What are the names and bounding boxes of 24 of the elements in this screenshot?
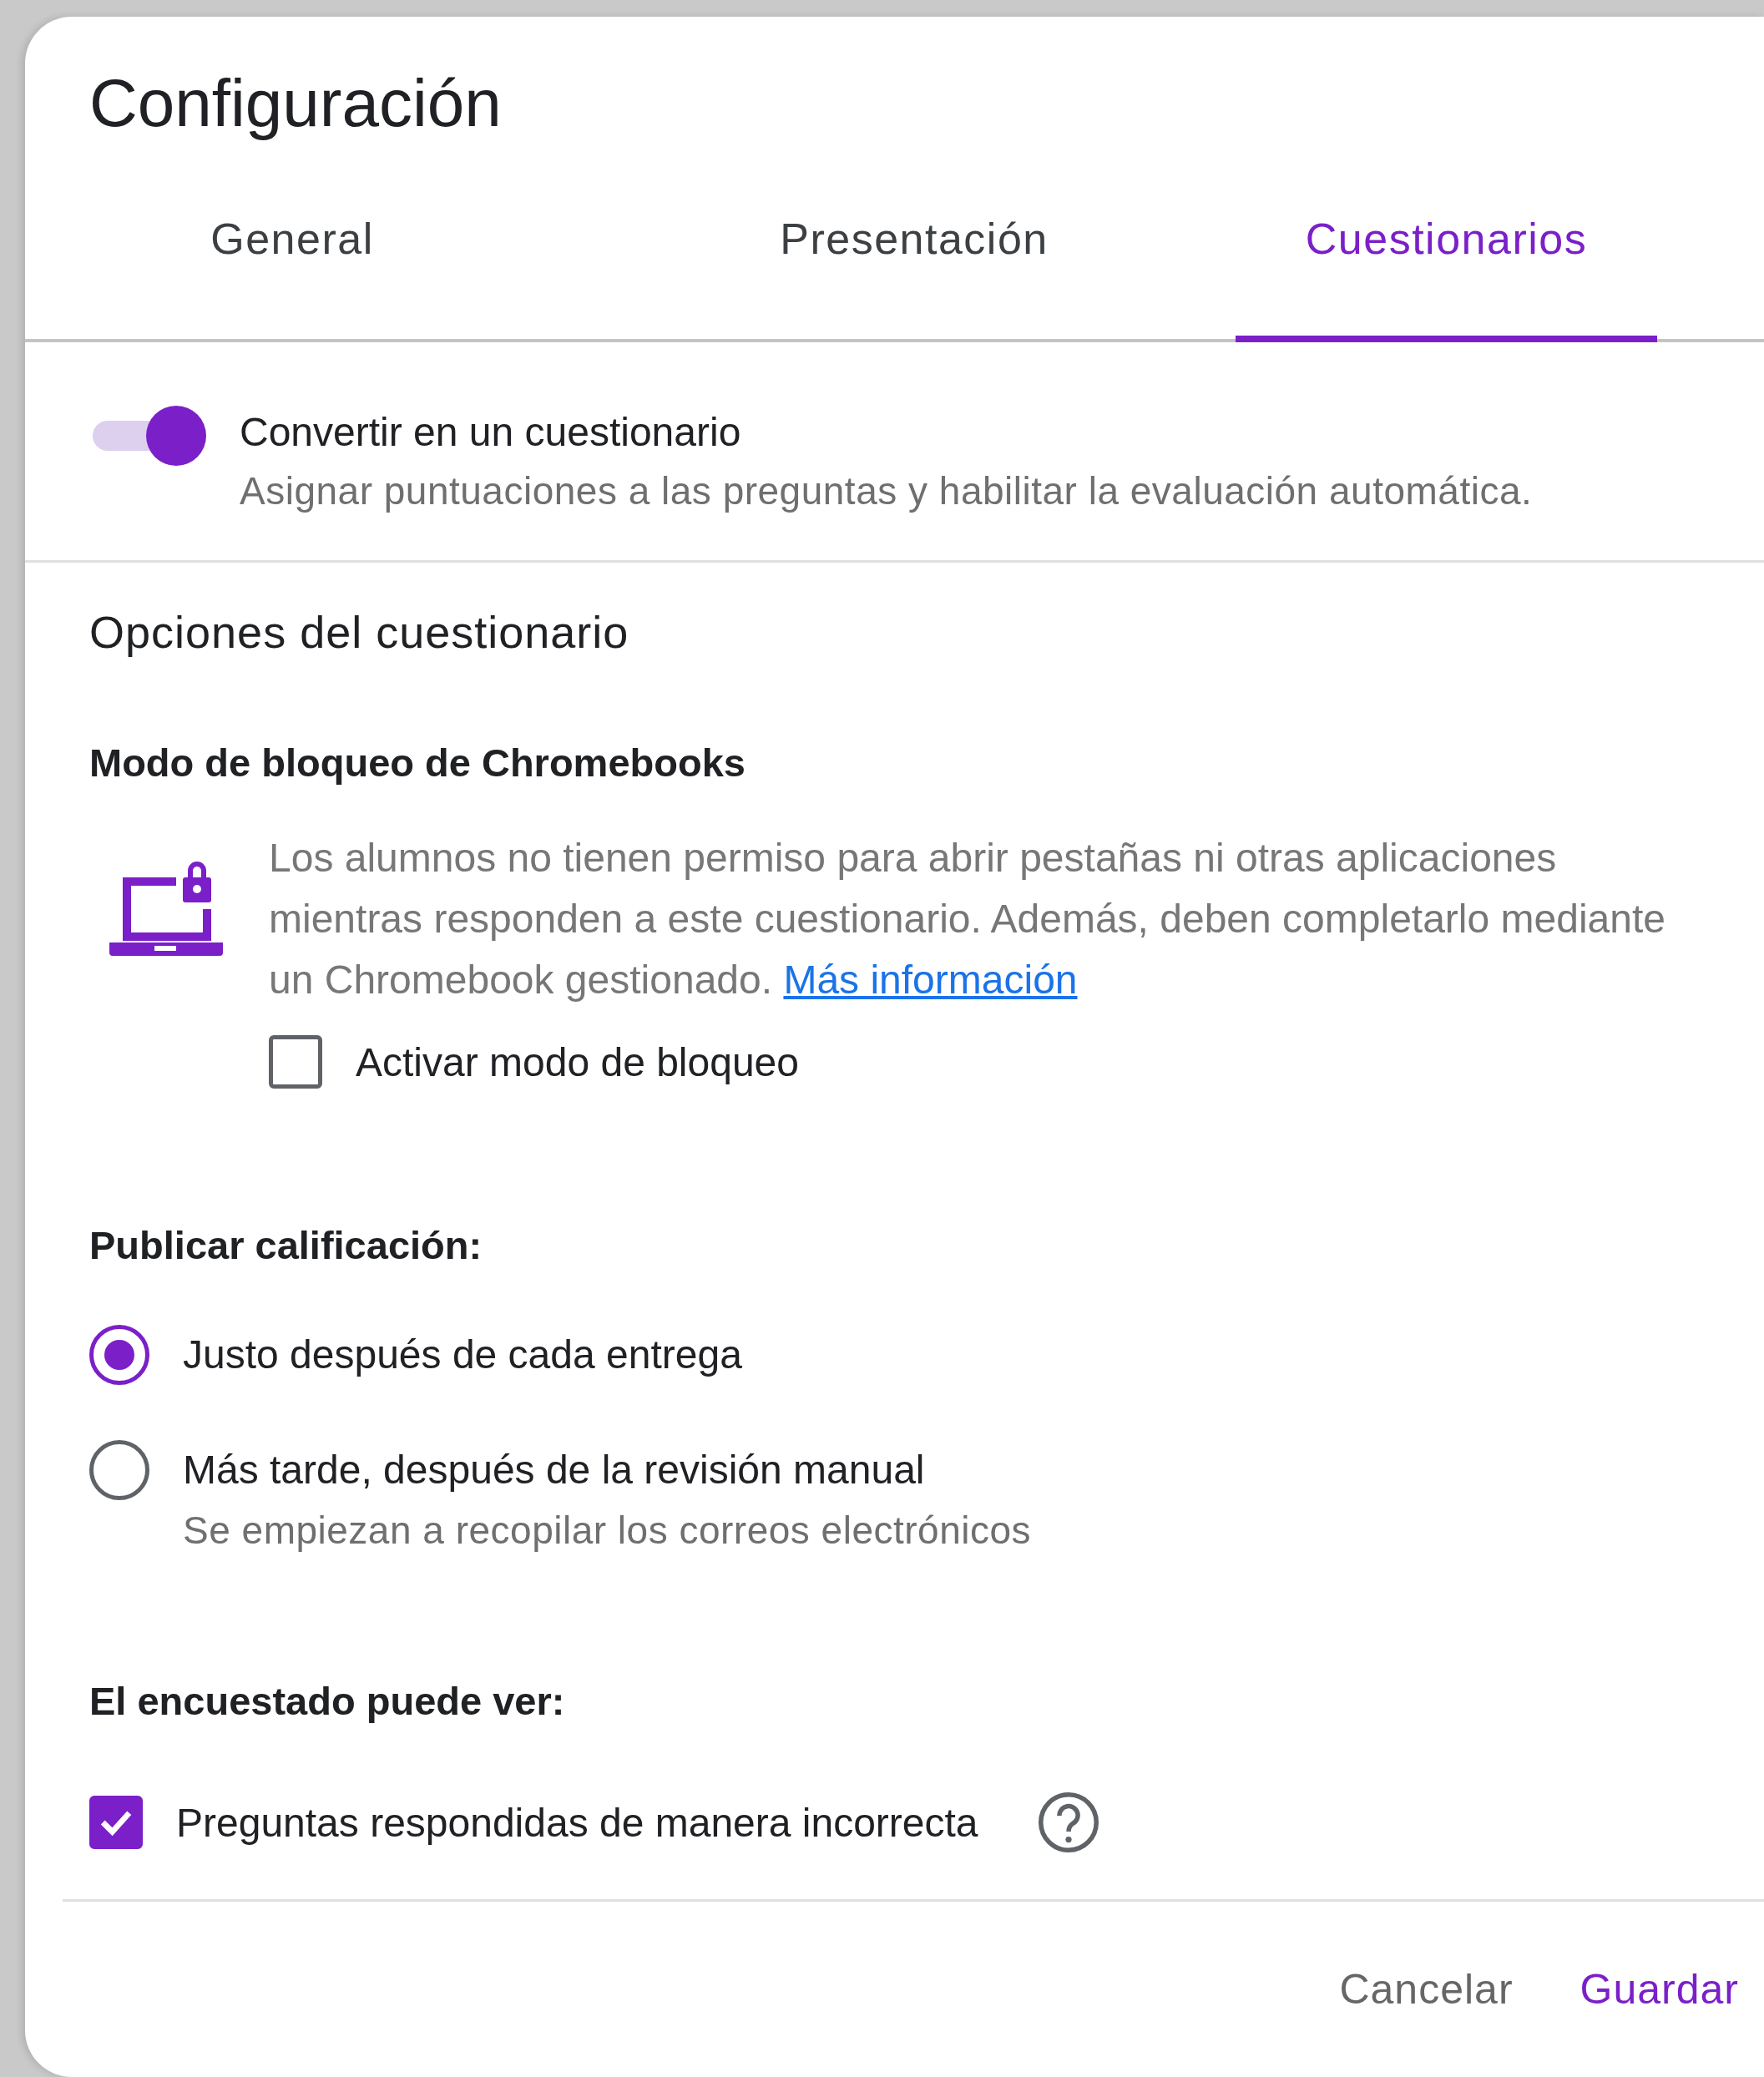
radio-sublabel: Se empiezan a recopilar los correos electrónicos xyxy=(183,1508,1032,1553)
learn-more-link[interactable]: Más información xyxy=(783,958,1078,1002)
section-heading: Publicar calificación: xyxy=(89,1222,483,1268)
help-icon[interactable] xyxy=(1036,1791,1100,1854)
switch-description: Asignar puntuaciones a las preguntas y habilitar la evaluación automática. xyxy=(240,468,1533,513)
checkbox[interactable] xyxy=(89,1796,143,1849)
section-heading: Modo de bloqueo de Chromebooks xyxy=(89,740,746,786)
radio-button[interactable] xyxy=(89,1440,149,1500)
tab[interactable]: Cuestionarios xyxy=(1236,142,1657,342)
radio-label: Justo después de cada entrega xyxy=(183,1332,742,1377)
section-title: Opciones del cuestionario xyxy=(89,606,630,658)
dialog-title: Configuración xyxy=(88,65,503,142)
cancel-button[interactable]: Cancelar xyxy=(1322,1953,1530,2025)
tab[interactable]: Presentación xyxy=(593,142,1236,342)
tab[interactable]: General xyxy=(25,142,593,342)
checkbox-label: Activar modo de bloqueo xyxy=(356,1038,799,1085)
checkbox[interactable] xyxy=(269,1035,322,1089)
section-heading: El encuestado puede ver: xyxy=(89,1678,566,1724)
checkbox-label: Preguntas respondidas de manera incorrecta xyxy=(176,1799,978,1846)
radio-button[interactable] xyxy=(89,1325,149,1385)
lockdown-description: Los alumnos no tienen permiso para abrir pestañas ni otras aplicaciones mientras responden a este cuestionario. Además, deben completarlo mediante un Chromebook gestionado. Más información xyxy=(269,835,1666,1003)
radio-label: Más tarde, después de la revisión manual xyxy=(183,1447,926,1493)
save-button[interactable]: Guardar xyxy=(1563,1953,1756,2025)
switch-label: Convertir en un cuestionario xyxy=(240,409,742,455)
